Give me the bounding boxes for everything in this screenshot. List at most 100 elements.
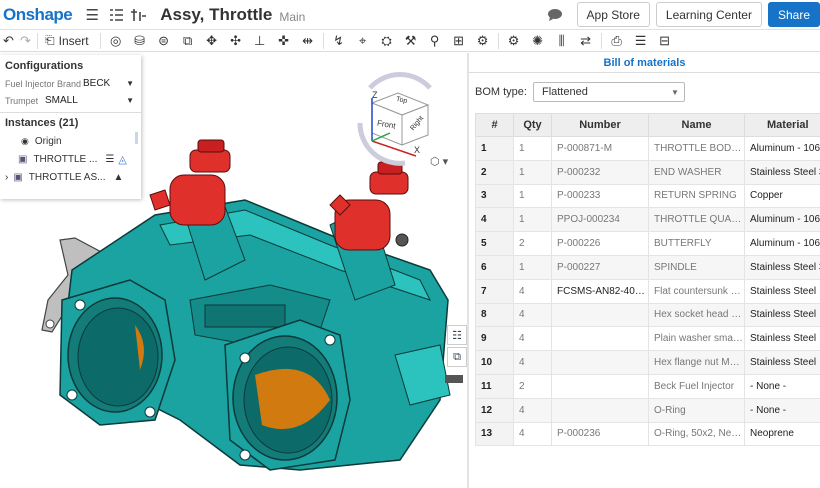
- row-qty[interactable]: 1: [513, 159, 552, 185]
- table-row[interactable]: 21P-000232END WASHERStainless Steel 30: [475, 159, 820, 185]
- row-material[interactable]: Aluminum - 1060: [744, 136, 820, 161]
- planar-mate-icon[interactable]: ✜: [272, 31, 296, 51]
- row-index[interactable]: 12: [475, 397, 514, 423]
- feature-list-icon[interactable]: [106, 5, 126, 25]
- table-row[interactable]: 7 4 FCSMS-AN82-40-4... Flat countersunk he.…: [475, 278, 820, 304]
- row-qty[interactable]: 4: [513, 350, 552, 375]
- row-name[interactable]: BUTTERFLY: [648, 231, 745, 256]
- row-qty[interactable]: 2: [513, 231, 552, 256]
- row-name[interactable]: Hex flange nut M5x...: [648, 350, 745, 375]
- row-qty[interactable]: 4: [513, 278, 552, 304]
- row-name[interactable]: THROTTLE QUADR...: [648, 207, 745, 233]
- row-index[interactable]: 8: [475, 302, 514, 328]
- table-row[interactable]: 1 1 P-000871-M THROTTLE BODY, ... Aluminum -…: [475, 136, 820, 161]
- row-part-number[interactable]: [551, 302, 649, 328]
- row-material[interactable]: Copper: [744, 183, 820, 209]
- rack-pinion-icon[interactable]: ✺: [526, 31, 550, 51]
- column-header-qty[interactable]: Qty: [513, 113, 552, 137]
- row-qty[interactable]: 4: [513, 326, 552, 352]
- chevron-right-icon[interactable]: ›: [5, 172, 8, 183]
- row-part-number[interactable]: PPOJ-000234: [551, 207, 649, 233]
- row-qty[interactable]: 1: [513, 254, 552, 280]
- comment-icon[interactable]: [545, 5, 565, 25]
- row-name[interactable]: END WASHER: [648, 159, 745, 185]
- appearance-icon[interactable]: ⚙: [471, 31, 495, 51]
- chevron-down-icon[interactable]: ▼: [126, 79, 134, 88]
- table-row[interactable]: 11 2 Beck Fuel Injector - None -: [475, 373, 820, 399]
- row-material[interactable]: Stainless Steel 30: [744, 254, 820, 280]
- row-name[interactable]: O-Ring, 50x2, Neopr...: [648, 421, 745, 447]
- table-row[interactable]: 8 4 Hex socket head ca... Stainless Steel: [475, 302, 820, 328]
- instance-item-origin[interactable]: ◉ Origin: [0, 132, 141, 150]
- row-index[interactable]: 1: [475, 136, 514, 161]
- measure-icon[interactable]: ⊞: [447, 31, 471, 51]
- slider-mate-icon[interactable]: ✣: [224, 31, 248, 51]
- bom-icon[interactable]: ☰: [629, 31, 653, 51]
- fastened-mate-icon[interactable]: ⧉: [176, 31, 200, 51]
- row-index[interactable]: 11: [475, 373, 514, 399]
- revolute-mate-icon[interactable]: ✥: [200, 31, 224, 51]
- row-material[interactable]: - None -: [744, 397, 820, 423]
- config-value[interactable]: SMALL: [45, 95, 126, 106]
- row-material[interactable]: Stainless Steel: [744, 302, 820, 328]
- export-icon[interactable]: ⎙: [605, 31, 629, 51]
- row-part-number[interactable]: [551, 350, 649, 375]
- insert-button[interactable]: ⎗ Insert: [45, 33, 89, 48]
- bom-type-select[interactable]: Flattened ▼: [532, 82, 685, 102]
- explode-icon[interactable]: ⚒: [399, 31, 423, 51]
- undo-icon[interactable]: ↶: [0, 31, 17, 51]
- row-qty[interactable]: 4: [513, 302, 552, 328]
- share-button[interactable]: Share: [767, 2, 820, 27]
- properties-icon[interactable]: ⊟: [653, 31, 677, 51]
- row-material[interactable]: Stainless Steel: [744, 326, 820, 352]
- mate-connector-tool-icon[interactable]: ⌖: [351, 31, 375, 51]
- hamburger-menu-icon[interactable]: ☰: [82, 5, 102, 25]
- row-name[interactable]: Hex socket head ca...: [648, 302, 745, 328]
- table-row[interactable]: 13 4 P-000236 O-Ring, 50x2, Neopr... Neopren…: [475, 421, 820, 447]
- scrollbar[interactable]: [135, 132, 138, 144]
- bom-panel-icon[interactable]: ☷: [447, 325, 467, 345]
- table-row[interactable]: 3 1 P-000233 RETURN SPRING Copper: [475, 183, 820, 209]
- chevron-down-icon[interactable]: ▼: [126, 96, 134, 105]
- config-value[interactable]: BECK: [83, 78, 126, 89]
- mate-connector-icon[interactable]: ⊜: [152, 31, 176, 51]
- cylindrical-mate-icon[interactable]: ⊥: [248, 31, 272, 51]
- bom-table-container[interactable]: # Qty Number Name Material 1 1 P-000871-M T…: [475, 113, 820, 488]
- row-material[interactable]: Stainless Steel 30: [744, 159, 820, 185]
- column-header-number[interactable]: Number: [551, 113, 649, 137]
- branch-label[interactable]: Main: [279, 10, 305, 24]
- row-part-number[interactable]: P-000871-M: [551, 136, 649, 161]
- column-header-material[interactable]: Material: [744, 113, 820, 137]
- row-name[interactable]: RETURN SPRING: [648, 183, 745, 209]
- row-part-number[interactable]: FCSMS-AN82-40-4...: [551, 278, 649, 304]
- row-index[interactable]: 13: [475, 421, 514, 447]
- row-qty[interactable]: 1: [513, 136, 552, 161]
- row-index[interactable]: 4: [475, 207, 514, 233]
- row-material[interactable]: Stainless Steel: [744, 278, 820, 304]
- tangent-mate-icon[interactable]: ↯: [327, 31, 351, 51]
- table-row[interactable]: 10 4 Hex flange nut M5x... Stainless Steel: [475, 350, 820, 375]
- fuel-injector-right[interactable]: [329, 161, 409, 251]
- row-material[interactable]: - None -: [744, 373, 820, 399]
- row-name[interactable]: Flat countersunk he...: [648, 278, 745, 304]
- row-index[interactable]: 6: [475, 254, 514, 280]
- view-options-icon[interactable]: ⬡ ▾: [430, 155, 448, 168]
- row-material[interactable]: Aluminum - 1060: [744, 231, 820, 256]
- row-index[interactable]: 9: [475, 326, 514, 352]
- row-name[interactable]: SPINDLE: [648, 254, 745, 280]
- row-part-number[interactable]: P-000232: [551, 159, 649, 185]
- gear-relation-icon[interactable]: ⚙: [502, 31, 526, 51]
- row-qty[interactable]: 4: [513, 421, 552, 447]
- table-row[interactable]: 9 4 Plain washer small ... Stainless Steel: [475, 326, 820, 352]
- row-qty[interactable]: 2: [513, 373, 552, 399]
- row-part-number[interactable]: [551, 373, 649, 399]
- table-row[interactable]: 5 2 P-000226 BUTTERFLY Aluminum - 1060: [475, 231, 820, 256]
- row-material[interactable]: Neoprene: [744, 421, 820, 447]
- table-row[interactable]: 4 1 PPOJ-000234 THROTTLE QUADR... Aluminum -…: [475, 207, 820, 233]
- row-part-number[interactable]: P-000236: [551, 421, 649, 447]
- group-icon[interactable]: ⛁: [128, 31, 152, 51]
- linear-pattern-icon[interactable]: ⛭: [375, 31, 399, 51]
- row-part-number[interactable]: P-000227: [551, 254, 649, 280]
- table-row[interactable]: 61P-000227SPINDLEStainless Steel 30: [475, 254, 820, 280]
- row-index[interactable]: 2: [475, 159, 514, 185]
